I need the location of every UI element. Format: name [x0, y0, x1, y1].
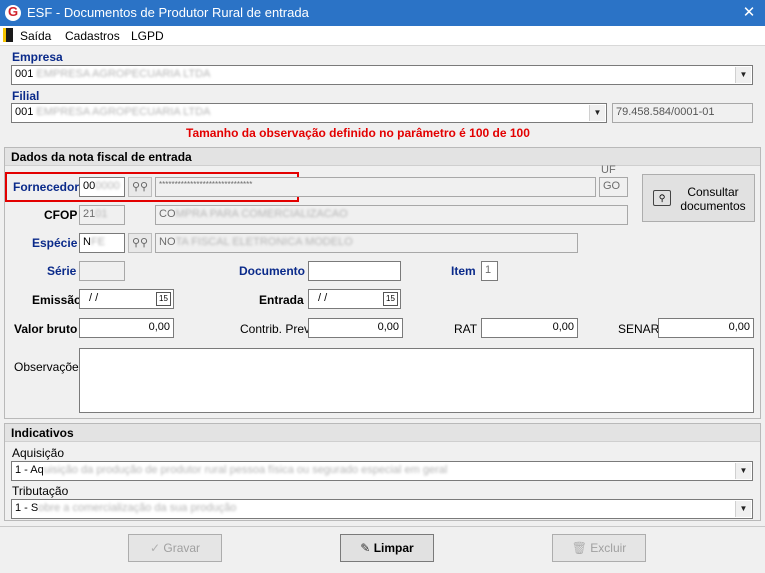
filial-code: 001: [15, 106, 34, 118]
entrada-label: Entrada: [259, 293, 304, 307]
observation-warning: Tamanho da observação definido no parâme…: [186, 126, 530, 140]
menu-bar: Saída Cadastros LGPD: [0, 26, 765, 46]
trash-icon: 🗑: [571, 541, 587, 555]
rat-input[interactable]: 0,00: [481, 318, 578, 338]
fornecedor-name: ******************************: [155, 177, 596, 197]
especie-code-input[interactable]: NFE: [79, 233, 125, 253]
especie-description: NOTA FISCAL ELETRONICA MODELO: [155, 233, 578, 253]
senar-input[interactable]: 0,00: [658, 318, 754, 338]
checkmark-icon: ✓: [149, 541, 161, 555]
chevron-down-icon[interactable]: ▼: [735, 67, 751, 83]
serie-label: Série: [47, 264, 77, 278]
footer-divider: [0, 526, 765, 527]
chevron-down-icon[interactable]: ▼: [735, 501, 751, 517]
title-bar: G ESF - Documentos de Produtor Rural de …: [0, 0, 765, 26]
excluir-button[interactable]: 🗑 Excluir: [552, 534, 646, 562]
contrib-prev-input[interactable]: 0,00: [308, 318, 403, 338]
entrada-date-input[interactable]: / / 15: [308, 289, 401, 309]
emissao-date-input[interactable]: / / 15: [79, 289, 174, 309]
calendar-icon[interactable]: 15: [156, 292, 171, 306]
app-logo-icon: G: [5, 4, 21, 21]
item-label: Item: [451, 264, 476, 278]
cfop-label: CFOP: [44, 208, 78, 222]
chevron-down-icon[interactable]: ▼: [735, 463, 751, 479]
filial-label: Filial: [12, 89, 40, 103]
senar-label: SENAR: [618, 322, 660, 336]
filial-cnpj: 79.458.584/0001-01: [612, 103, 753, 123]
fornecedor-label: Fornecedor: [13, 180, 80, 194]
binoculars-icon[interactable]: ⚲⚲: [128, 233, 152, 253]
menu-saida[interactable]: Saída: [20, 29, 51, 43]
filial-select[interactable]: 001 EMPRESA AGROPECUARIA LTDA ▼: [11, 103, 607, 123]
indicativos-header: Indicativos: [5, 424, 760, 442]
limpar-button[interactable]: ✎ Limpar: [340, 534, 434, 562]
gravar-button[interactable]: ✓ Gravar: [128, 534, 222, 562]
window-title: ESF - Documentos de Produtor Rural de en…: [27, 5, 309, 20]
uf-value: GO: [599, 177, 628, 197]
especie-label: Espécie: [32, 236, 78, 250]
documento-label: Documento: [239, 264, 305, 278]
valor-bruto-input[interactable]: 0,00: [79, 318, 174, 338]
empresa-label: Empresa: [12, 50, 63, 64]
item-input[interactable]: 1: [481, 261, 498, 281]
documento-input[interactable]: [308, 261, 401, 281]
emissao-label: Emissão: [32, 293, 82, 307]
consultar-label: Consultar documentos: [680, 185, 746, 213]
aquisicao-select[interactable]: 1 - Aquisição da produção de produtor ru…: [11, 461, 753, 481]
nota-fiscal-header: Dados da nota fiscal de entrada: [5, 148, 760, 166]
contrib-prev-label: Contrib. Prev.: [240, 322, 313, 336]
valor-bruto-label: Valor bruto: [14, 322, 78, 336]
empresa-code: 001: [15, 68, 34, 80]
close-icon[interactable]: ✕: [735, 2, 763, 24]
fornecedor-code-input[interactable]: 000000: [79, 177, 125, 197]
filial-name-obscured: EMPRESA AGROPECUARIA LTDA: [36, 106, 211, 118]
empresa-name-obscured: EMPRESA AGROPECUARIA LTDA: [36, 68, 211, 80]
consultar-documentos-button[interactable]: ⚲ Consultar documentos: [642, 174, 755, 222]
cfop-description: COMPRA PARA COMERCIALIZACAO: [155, 205, 628, 225]
broom-icon: ✎: [360, 541, 371, 555]
menu-lgpd[interactable]: LGPD: [131, 29, 164, 43]
exit-icon[interactable]: [3, 28, 13, 42]
tributacao-select[interactable]: 1 - Sobre a comercialização da sua produ…: [11, 499, 753, 519]
aquisicao-label: Aquisição: [12, 446, 65, 460]
binoculars-icon[interactable]: ⚲⚲: [128, 177, 152, 197]
tributacao-label: Tributação: [12, 484, 69, 498]
uf-label: UF: [601, 164, 616, 176]
observacoes-textarea[interactable]: [79, 348, 754, 413]
rat-label: RAT: [454, 322, 478, 336]
search-documents-icon: ⚲: [653, 190, 671, 206]
empresa-select[interactable]: 001 EMPRESA AGROPECUARIA LTDA ▼: [11, 65, 753, 85]
observacoes-label: Observações: [14, 360, 85, 374]
cfop-code[interactable]: 2101: [79, 205, 125, 225]
calendar-icon[interactable]: 15: [383, 292, 398, 306]
chevron-down-icon[interactable]: ▼: [589, 105, 605, 121]
serie-input[interactable]: [79, 261, 125, 281]
menu-cadastros[interactable]: Cadastros: [65, 29, 120, 43]
